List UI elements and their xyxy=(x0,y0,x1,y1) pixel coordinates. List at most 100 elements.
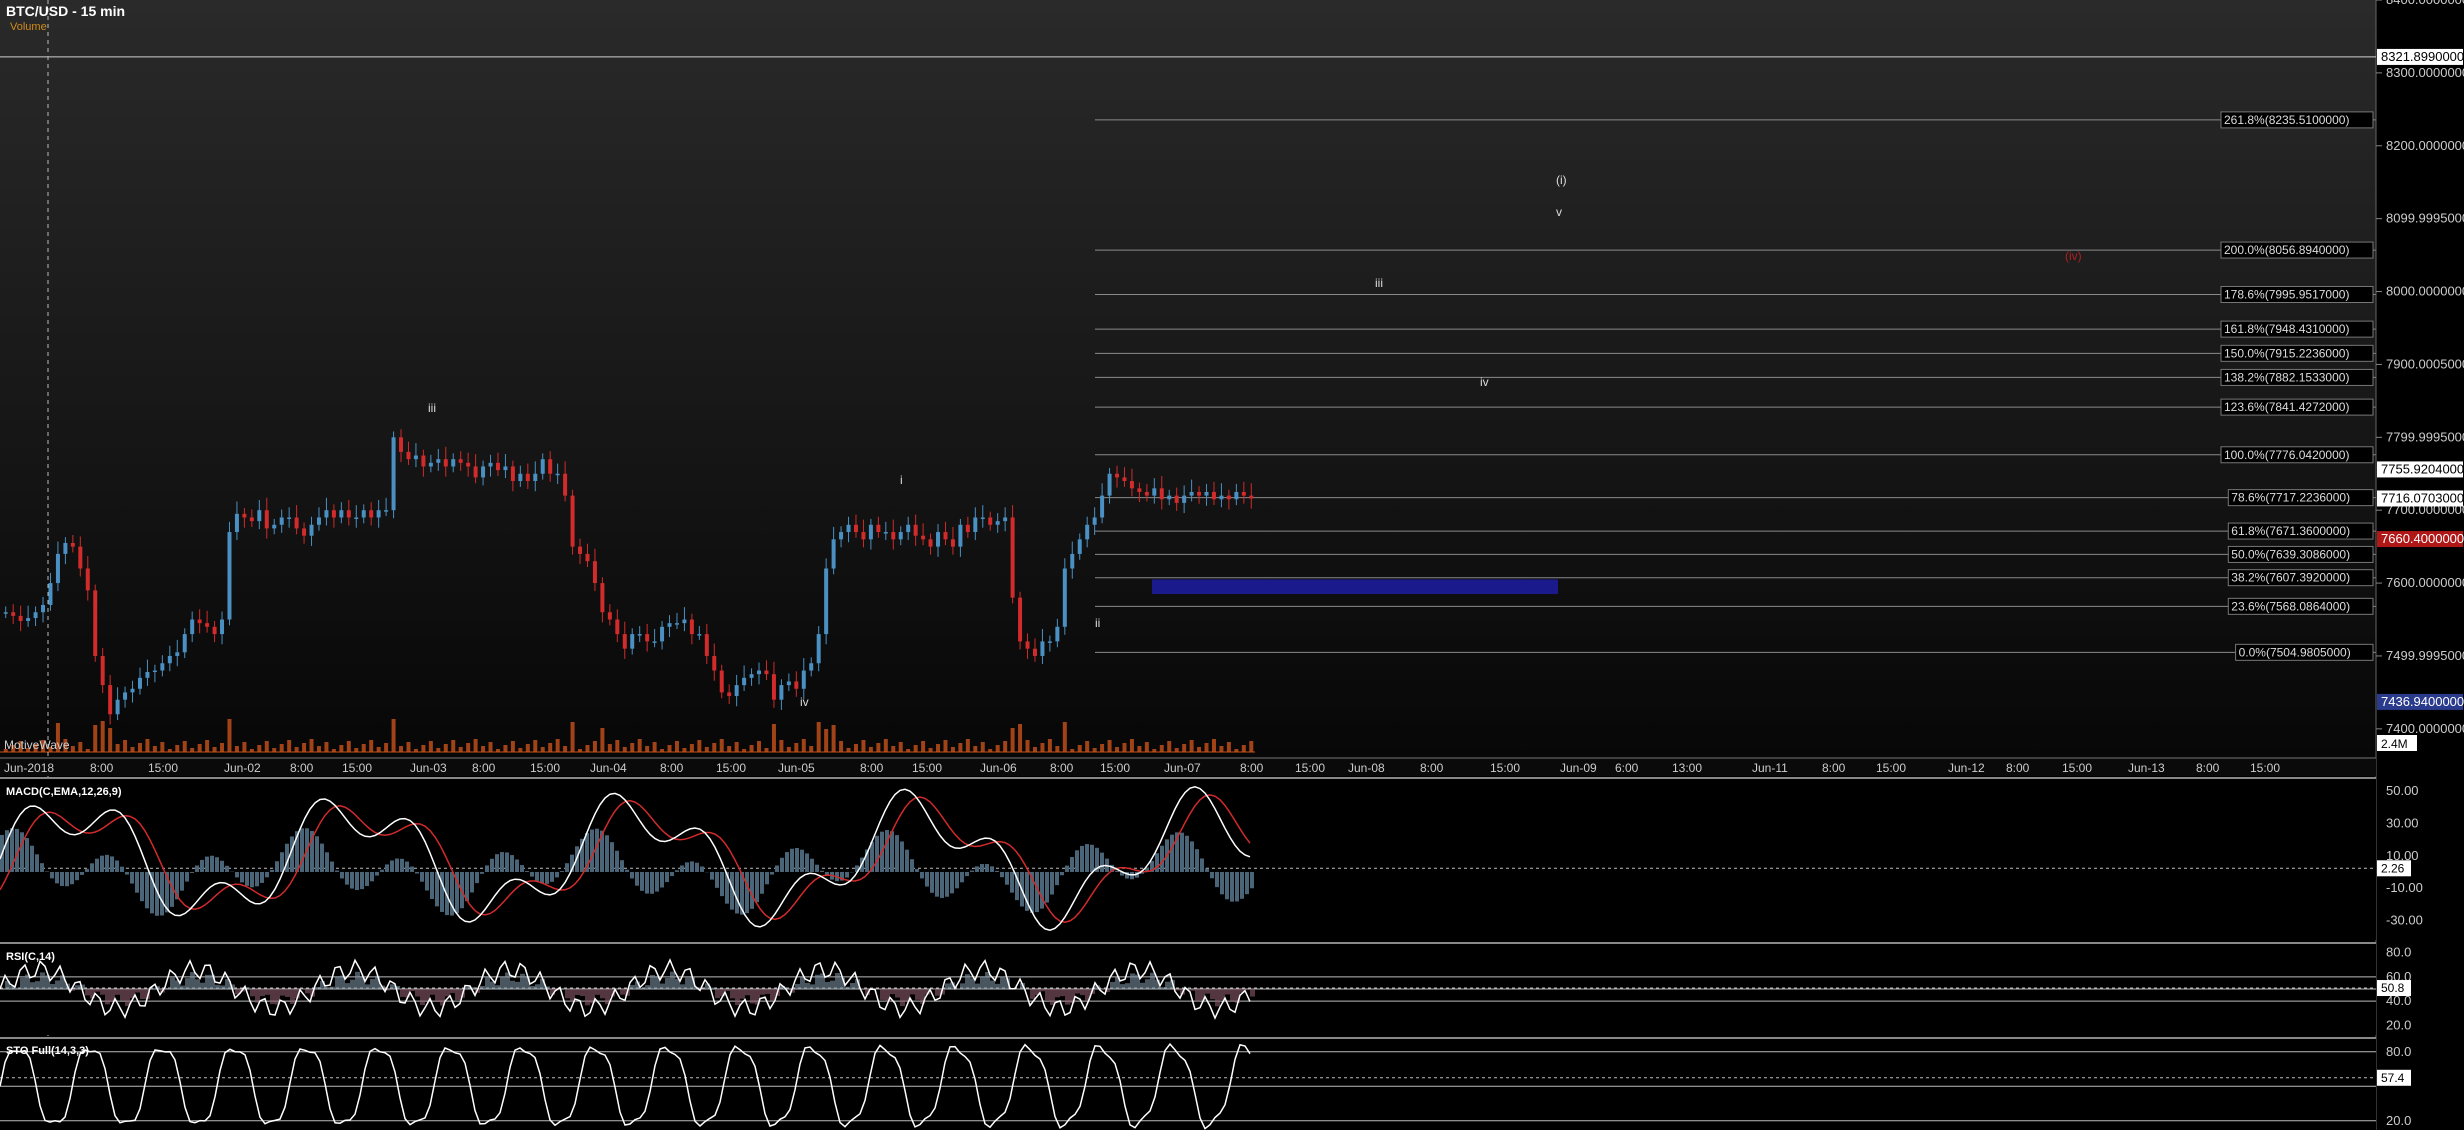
price-tick-label: 7600.0000000 xyxy=(2386,575,2464,590)
candle-body xyxy=(93,590,98,656)
candle-body xyxy=(399,437,404,452)
volume-bar xyxy=(771,724,776,752)
price-tick-label: 8400.0000000 xyxy=(2386,0,2464,7)
candle-body xyxy=(331,510,336,518)
volume-bar xyxy=(287,740,292,752)
volume-bar xyxy=(980,742,985,752)
candle-body xyxy=(130,688,135,693)
macd-histogram-bar xyxy=(1060,871,1064,876)
candle-body xyxy=(1197,491,1202,496)
volume-bar xyxy=(846,748,851,752)
macd-histogram-bar xyxy=(845,871,849,878)
rsi-fill-bar xyxy=(1215,989,1220,1007)
volume-bar xyxy=(264,741,269,752)
rsi-fill-bar xyxy=(530,985,535,989)
time-tick-label: 15:00 xyxy=(912,761,942,775)
macd-histogram-bar xyxy=(1170,834,1174,872)
volume-bar xyxy=(1003,741,1008,752)
macd-histogram-bar xyxy=(1200,858,1204,872)
volume-bar xyxy=(339,745,344,752)
wave-label: (i) xyxy=(1556,173,1567,187)
candle-body xyxy=(279,517,284,525)
volume-bar xyxy=(809,746,814,752)
volume-bar xyxy=(936,744,941,752)
volume-bar xyxy=(868,747,873,752)
fib-label: 150.0%(7915.2236000) xyxy=(2224,346,2349,360)
macd-histogram-bar xyxy=(1000,871,1004,878)
time-tick-label: 15:00 xyxy=(1490,761,1520,775)
wave-label: ii xyxy=(1095,616,1100,630)
candle-body xyxy=(175,652,180,656)
rsi-fill-bar xyxy=(1230,989,1235,1002)
macd-histogram-bar xyxy=(1010,871,1014,893)
indicator-tick-label: 20.0 xyxy=(2386,1017,2411,1032)
rsi-fill-bar xyxy=(995,983,1000,989)
volume-bar xyxy=(302,743,307,752)
rsi-fill-bar xyxy=(1205,989,1210,994)
time-tick-label: 15:00 xyxy=(530,761,560,775)
volume-bar xyxy=(227,719,232,752)
macd-histogram-bar xyxy=(630,871,634,879)
volume-bar xyxy=(1226,742,1231,752)
volume-bar xyxy=(376,747,381,752)
rsi-fill-bar xyxy=(115,989,120,995)
fib-label: 100.0%(7776.0420000) xyxy=(2224,448,2349,462)
time-tick-label: 13:00 xyxy=(1672,761,1702,775)
rsi-fill-bar xyxy=(830,980,835,989)
rsi-fill-bar xyxy=(1165,981,1170,989)
indicator-panels: 50.0030.0010.00-10.00-30.002.2680.060.04… xyxy=(0,777,2423,1130)
chart-canvas[interactable]: 261.8%(8235.5100000) 200.0%(8056.8940000)… xyxy=(0,0,2464,1130)
rsi-fill-bar xyxy=(1175,989,1180,991)
candle-body xyxy=(980,517,985,519)
rsi-fill-bar xyxy=(480,985,485,989)
volume-bar xyxy=(898,742,903,752)
macd-histogram-bar xyxy=(1090,844,1094,872)
volume-bar xyxy=(913,745,918,752)
time-tick-label: Jun-06 xyxy=(980,761,1017,775)
candle-body xyxy=(697,634,702,636)
volume-bar xyxy=(1137,746,1142,752)
macd-histogram-bar xyxy=(60,871,64,887)
sto-panel-label: STO Full(14,3,3) xyxy=(6,1045,89,1057)
macd-histogram-bar xyxy=(615,850,619,872)
rsi-fill-bar xyxy=(1150,972,1155,989)
rsi-fill-bar xyxy=(205,974,210,989)
volume-bar xyxy=(175,745,180,752)
candle-body xyxy=(630,634,635,649)
macd-histogram-bar xyxy=(525,871,529,872)
macd-histogram-bar xyxy=(335,870,339,872)
candle-body xyxy=(78,546,83,569)
macd-histogram-bar xyxy=(380,869,384,872)
macd-histogram-bar xyxy=(90,863,94,872)
volume-bar xyxy=(1115,747,1120,752)
time-tick-label: 8:00 xyxy=(1050,761,1074,775)
price-badge-label: 7716.0703000 xyxy=(2381,490,2464,505)
macd-histogram-bar xyxy=(1005,871,1009,885)
rsi-fill-bar xyxy=(805,982,810,989)
volume-bar xyxy=(272,748,277,752)
macd-histogram-bar xyxy=(125,871,129,875)
candle-body xyxy=(1249,495,1254,499)
rsi-fill-bar xyxy=(1160,987,1165,989)
volume-bar xyxy=(190,748,195,752)
candle-body xyxy=(734,685,739,697)
volume-bar xyxy=(570,722,575,752)
time-tick-label: Jun-13 xyxy=(2128,761,2165,775)
rsi-fill-bar xyxy=(630,985,635,989)
macd-histogram-bar xyxy=(1080,845,1084,872)
candle-body xyxy=(481,466,486,478)
candle-body xyxy=(1077,539,1082,554)
macd-histogram-bar xyxy=(520,865,524,872)
volume-bar xyxy=(384,743,389,752)
candle-body xyxy=(1025,641,1030,649)
macd-histogram-bar xyxy=(45,871,49,872)
macd-histogram-bar xyxy=(1115,870,1119,872)
volume-bar xyxy=(93,725,98,752)
candle-body xyxy=(137,677,142,689)
volume-bar xyxy=(973,746,978,752)
macd-histogram-bar xyxy=(1235,871,1239,902)
macd-histogram-bar xyxy=(320,843,324,872)
time-tick-label: 15:00 xyxy=(1295,761,1325,775)
fib-label: 178.6%(7995.9517000) xyxy=(2224,287,2349,301)
candle-body xyxy=(488,462,493,467)
